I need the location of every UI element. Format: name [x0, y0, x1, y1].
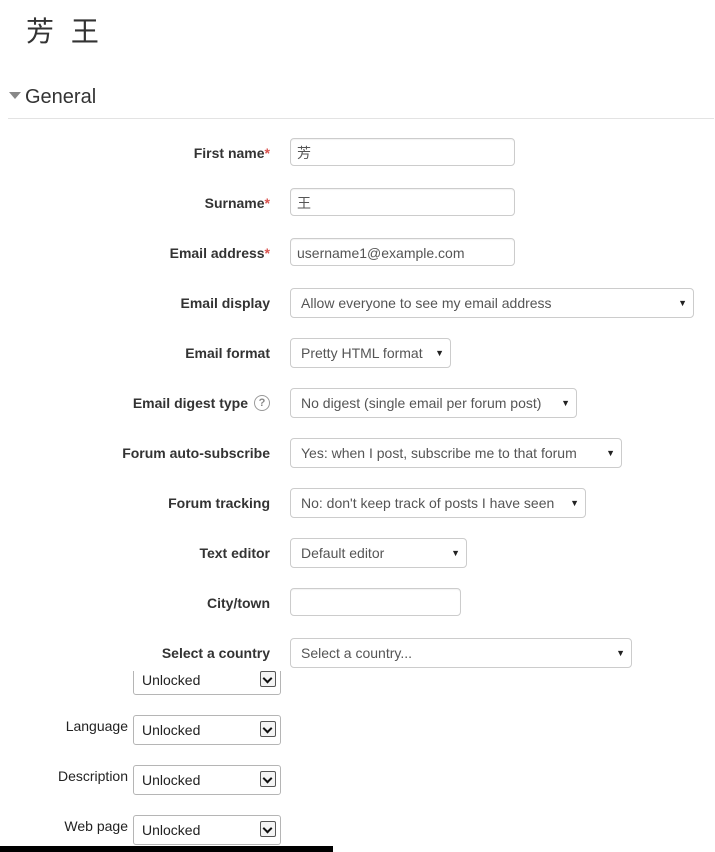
lock-row-language: Language Unlocked	[0, 715, 320, 747]
city-label: City/town	[207, 595, 270, 611]
forum-autosubscribe-select[interactable]: Yes: when I post, subscribe me to that f…	[290, 438, 622, 468]
surname-input[interactable]: 王	[290, 188, 515, 216]
description-label: Description	[57, 768, 128, 784]
chevron-down-icon: ▼	[678, 298, 687, 308]
overlap-mask	[130, 665, 290, 671]
email-format-label: Email format	[185, 345, 270, 361]
language-label: Language	[65, 718, 128, 734]
required-marker: *	[264, 195, 270, 211]
form-row-surname: Surname* 王	[0, 188, 715, 218]
forum-tracking-select[interactable]: No: don't keep track of posts I have see…	[290, 488, 586, 518]
email-digest-label: Email digest type?	[133, 388, 270, 418]
form-row-forum-tracking: Forum tracking No: don't keep track of p…	[0, 488, 715, 518]
dropdown-arrow-icon[interactable]	[260, 721, 276, 737]
webpage-label: Web page	[64, 818, 128, 834]
form-row-text-editor: Text editor Default editor ▼	[0, 538, 715, 568]
webpage-lock-select[interactable]: Unlocked	[133, 815, 281, 845]
collapse-toggle-icon[interactable]	[9, 92, 21, 99]
chevron-down-icon: ▼	[561, 398, 570, 408]
country-label: Select a country	[161, 645, 270, 661]
chevron-down-icon: ▼	[616, 648, 625, 658]
bottom-divider-bar	[0, 846, 333, 852]
form-row-country: Select a country Select a country... ▼	[0, 638, 715, 668]
general-section-header[interactable]: General	[8, 84, 714, 119]
forum-autosubscribe-label: Forum auto-subscribe	[122, 445, 270, 461]
city-input[interactable]	[290, 588, 461, 616]
chevron-down-icon: ▼	[570, 498, 579, 508]
first-name-label: First name*	[193, 145, 270, 161]
email-display-label: Email display	[180, 295, 270, 311]
email-label: Email address*	[169, 245, 270, 261]
text-editor-select[interactable]: Default editor ▼	[290, 538, 467, 568]
form-row-email-digest: Email digest type? No digest (single ema…	[0, 388, 715, 418]
chevron-down-icon: ▼	[451, 548, 460, 558]
lock-row-webpage: Web page Unlocked	[0, 815, 320, 847]
email-input[interactable]: username1@example.com	[290, 238, 515, 266]
section-title: General	[25, 86, 97, 108]
language-lock-select[interactable]: Unlocked	[133, 715, 281, 745]
form-row-email-format: Email format Pretty HTML format ▼	[0, 338, 715, 368]
form-row-email: Email address* username1@example.com	[0, 238, 715, 268]
country-select[interactable]: Select a country... ▼	[290, 638, 632, 668]
form-row-first-name: First name* 芳	[0, 138, 715, 168]
chevron-down-icon: ▼	[606, 448, 615, 458]
form-row-email-display: Email display Allow everyone to see my e…	[0, 288, 715, 318]
form-row-forum-autosubscribe: Forum auto-subscribe Yes: when I post, s…	[0, 438, 715, 468]
help-icon[interactable]: ?	[254, 395, 270, 412]
surname-label: Surname*	[204, 195, 270, 211]
description-lock-select[interactable]: Unlocked	[133, 765, 281, 795]
email-digest-select[interactable]: No digest (single email per forum post) …	[290, 388, 577, 418]
first-name-input[interactable]: 芳	[290, 138, 515, 166]
chevron-down-icon: ▼	[435, 348, 444, 358]
lock-row-description: Description Unlocked	[0, 765, 320, 797]
dropdown-arrow-icon[interactable]	[260, 771, 276, 787]
form-row-city: City/town	[0, 588, 715, 618]
text-editor-label: Text editor	[199, 545, 270, 561]
page-title: 芳 王	[26, 15, 103, 48]
dropdown-arrow-icon[interactable]	[260, 821, 276, 837]
forum-tracking-label: Forum tracking	[168, 495, 270, 511]
dropdown-arrow-icon[interactable]	[260, 671, 276, 687]
email-format-select[interactable]: Pretty HTML format ▼	[290, 338, 451, 368]
required-marker: *	[264, 145, 270, 161]
required-marker: *	[264, 245, 270, 261]
email-display-select[interactable]: Allow everyone to see my email address ▼	[290, 288, 694, 318]
